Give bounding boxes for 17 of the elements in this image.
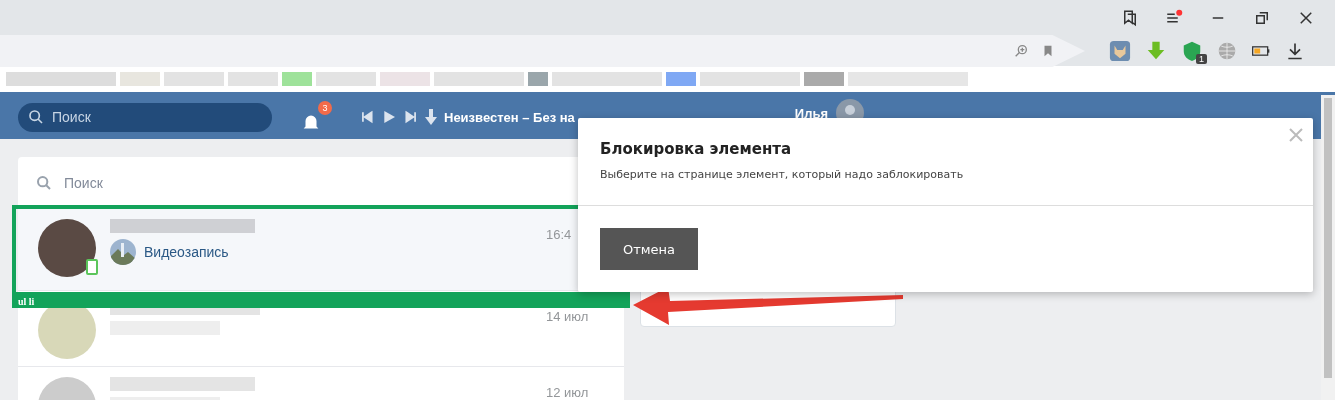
cancel-button[interactable]: Отмена (600, 228, 698, 270)
selector-label: ul li (18, 296, 35, 307)
track-title[interactable]: Неизвестен – Без на (444, 109, 575, 125)
extension-badge: 1 (1196, 54, 1207, 64)
notification-badge: 3 (318, 101, 332, 115)
search-field[interactable]: Поиск (18, 102, 272, 132)
message-time: 16:4 (546, 226, 573, 244)
message-time: 12 июл (546, 384, 590, 400)
search-placeholder: Поиск (64, 175, 103, 191)
dialog-text: Выберите на странице элемент, который надо заблокировать (600, 168, 965, 181)
attachment-link[interactable]: Видеозапись (144, 244, 229, 260)
dialog-title: Блокировка элемента (600, 140, 793, 158)
search-placeholder: Поиск (52, 109, 91, 125)
notifications-button[interactable]: 3 (300, 101, 332, 133)
user-name[interactable]: Илья (794, 105, 828, 121)
messages-search-field[interactable]: Поиск (18, 157, 538, 209)
message-time: 14 июл (546, 308, 590, 326)
